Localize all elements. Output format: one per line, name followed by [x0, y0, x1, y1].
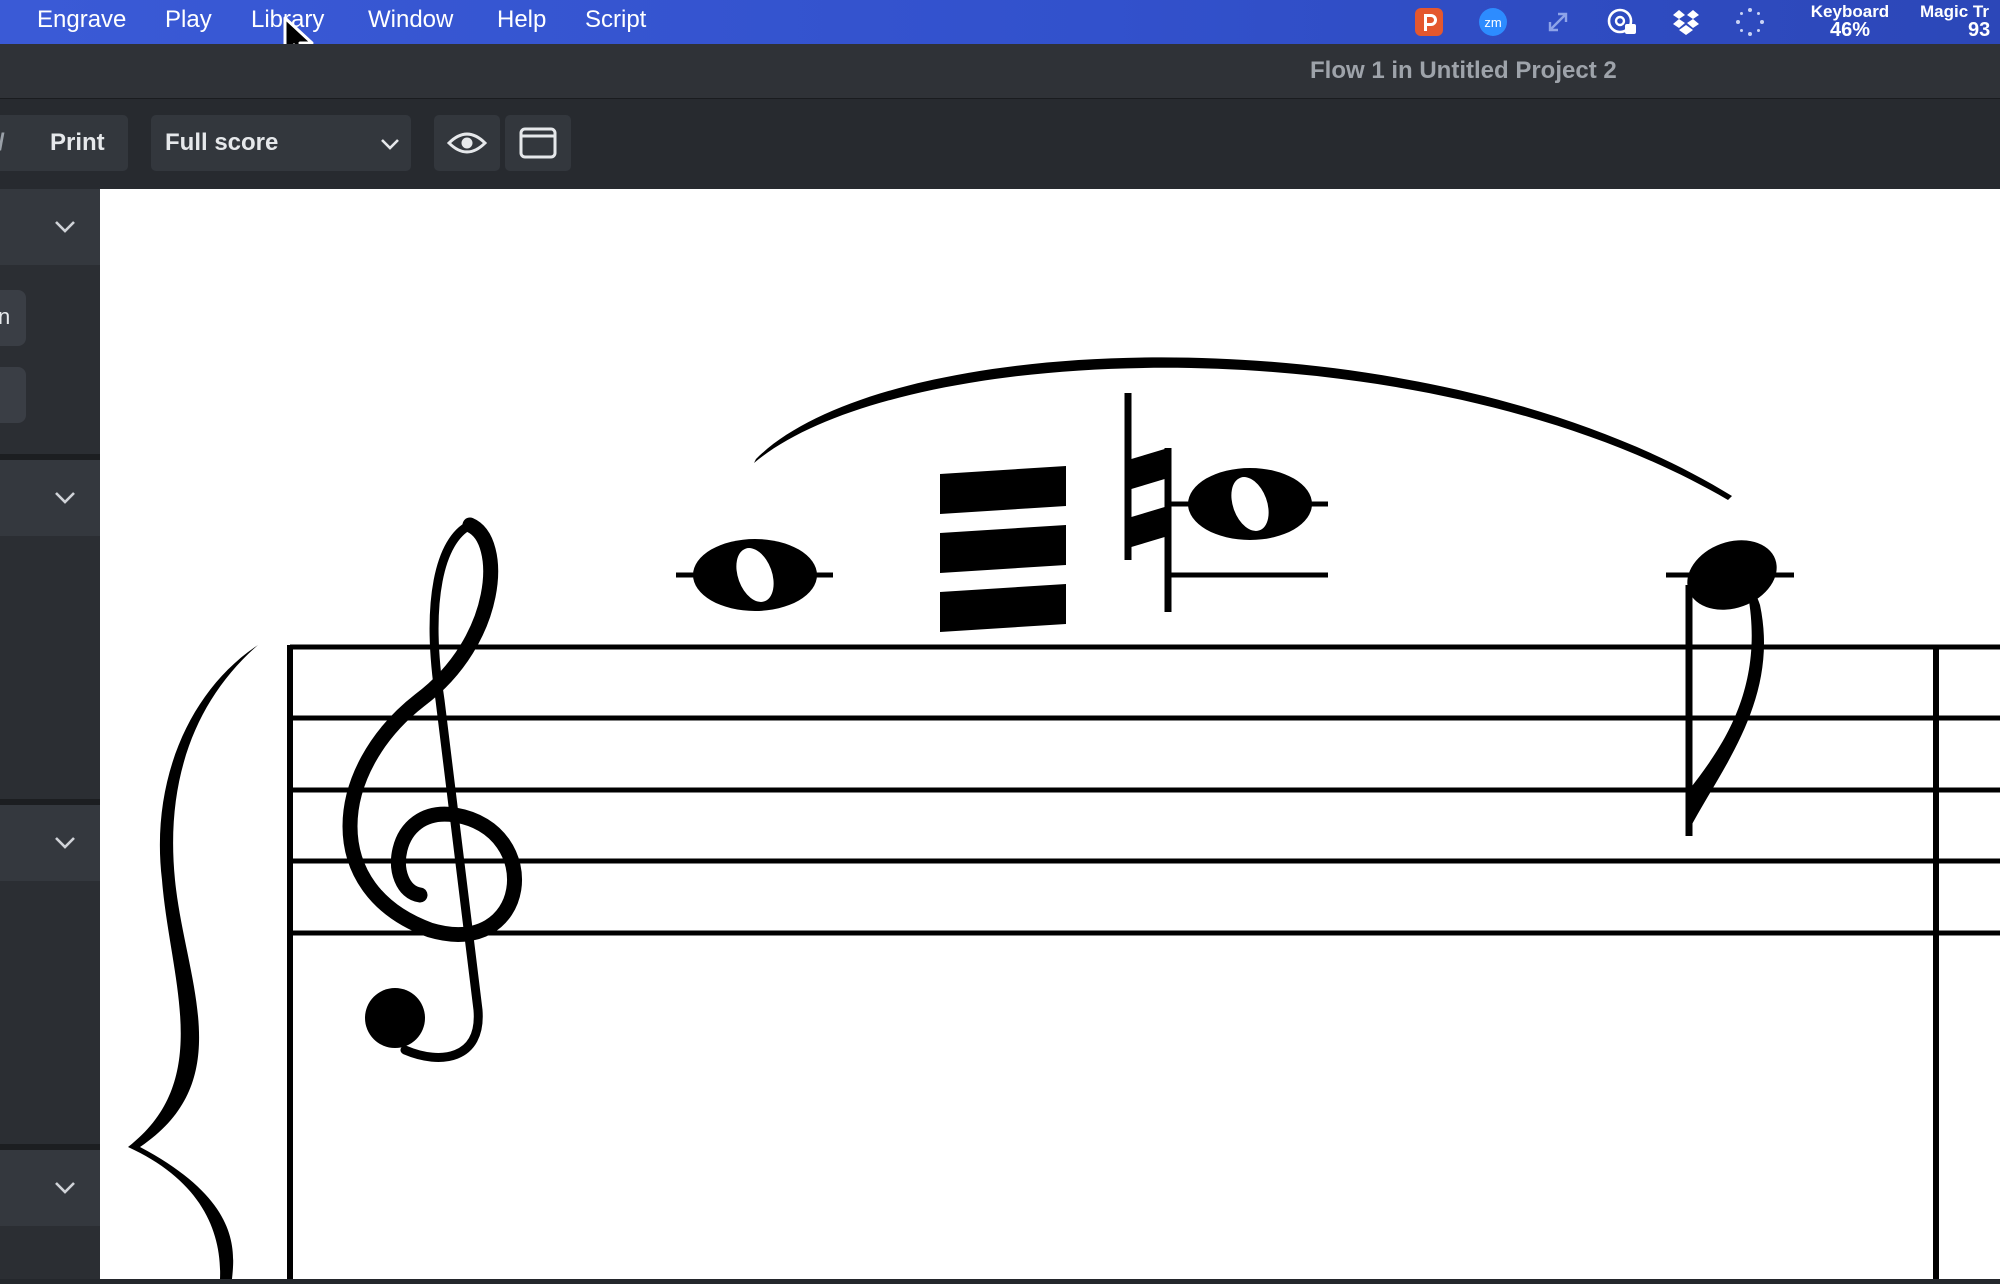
- panel-section-4-header[interactable]: [0, 1150, 100, 1226]
- panel-option-2[interactable]: [0, 367, 26, 423]
- tremolo-strokes[interactable]: [940, 466, 1066, 632]
- window-titlebar: Flow 1 in Untitled Project 2: [0, 44, 2000, 99]
- keyboard-battery[interactable]: Keyboard 46%: [1808, 2, 1892, 40]
- resize-arrows-icon[interactable]: [1542, 6, 1574, 38]
- menu-play[interactable]: Play: [165, 6, 212, 34]
- magic-trackpad-battery[interactable]: Magic Tr 93: [1920, 2, 2000, 40]
- panel-section-1-header[interactable]: [0, 189, 100, 265]
- panel-option-1[interactable]: n: [0, 290, 26, 346]
- left-panel: n: [0, 189, 100, 1279]
- toolbar: / Print Full score: [0, 99, 2000, 189]
- svg-text:zm: zm: [1484, 15, 1501, 30]
- menu-engrave[interactable]: Engrave: [37, 6, 126, 34]
- menu-help[interactable]: Help: [497, 6, 546, 34]
- keyboard-value: 46%: [1829, 19, 1871, 41]
- whole-note[interactable]: [693, 539, 817, 611]
- window-layout-button[interactable]: [505, 115, 571, 171]
- panel-option-1-label: n: [0, 304, 11, 329]
- whole-note[interactable]: [1188, 468, 1312, 540]
- magic-value: 93: [1968, 19, 1991, 40]
- view-options-button[interactable]: [434, 115, 500, 171]
- zoom-icon[interactable]: zm: [1477, 6, 1509, 38]
- chevron-down-icon: [55, 492, 75, 504]
- panel-section-2-header[interactable]: [0, 460, 100, 536]
- previous-mode-fragment: /: [0, 129, 5, 157]
- menu-window[interactable]: Window: [368, 6, 453, 34]
- print-mode-button[interactable]: / Print: [0, 115, 128, 171]
- chevron-down-icon: [55, 837, 75, 849]
- chevron-down-icon: [55, 1182, 75, 1194]
- eye-icon: [447, 132, 487, 154]
- score-page[interactable]: [100, 189, 2000, 1279]
- menu-script[interactable]: Script: [585, 6, 646, 34]
- presentation-app-icon[interactable]: [1413, 6, 1445, 38]
- layout-select[interactable]: Full score: [151, 115, 411, 171]
- chevron-down-icon: [381, 139, 399, 150]
- print-mode-label: Print: [50, 129, 105, 156]
- panel-section-3-header[interactable]: [0, 805, 100, 881]
- chevron-down-icon: [55, 221, 75, 233]
- natural-accidental[interactable]: [1124, 393, 1172, 612]
- music-notation[interactable]: [100, 189, 2000, 1279]
- dropbox-icon[interactable]: [1670, 6, 1702, 38]
- staff: [290, 644, 2000, 936]
- window-title: Flow 1 in Untitled Project 2: [1310, 57, 1617, 84]
- loading-spinner-icon: [1736, 8, 1764, 36]
- brace[interactable]: [128, 645, 258, 1279]
- layout-select-value: Full score: [165, 129, 279, 156]
- window-icon: [519, 127, 557, 159]
- vpn-lock-icon[interactable]: [1606, 6, 1638, 38]
